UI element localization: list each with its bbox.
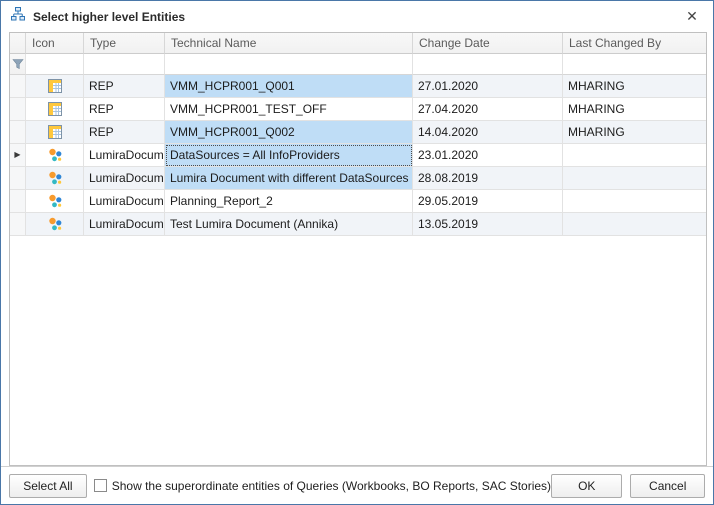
last-changed-by-cell: MHARING <box>563 121 706 144</box>
change-date-cell: 27.04.2020 <box>413 98 563 121</box>
technical-name-cell[interactable]: Lumira Document with different DataSourc… <box>165 167 413 190</box>
lumira-document-icon <box>47 147 63 163</box>
rep-report-icon <box>47 124 63 140</box>
row-indicator <box>10 167 26 190</box>
column-header-indicator <box>10 33 26 54</box>
table-row[interactable]: LumiraDocum... Lumira Document with diff… <box>10 167 706 190</box>
table-row[interactable]: REP VMM_HCPR001_Q001 27.01.2020 MHARING <box>10 75 706 98</box>
last-changed-by-cell <box>563 190 706 213</box>
footer-bar: Select All Show the superordinate entiti… <box>1 466 713 504</box>
type-cell: LumiraDocum... <box>84 213 165 236</box>
type-cell: LumiraDocum... <box>84 144 165 167</box>
filter-input-icon[interactable] <box>26 54 84 75</box>
entity-icon-cell <box>26 144 84 167</box>
close-icon[interactable]: ✕ <box>679 5 705 29</box>
type-cell: LumiraDocum... <box>84 167 165 190</box>
change-date-cell: 23.01.2020 <box>413 144 563 167</box>
last-changed-by-cell <box>563 167 706 190</box>
column-header-type[interactable]: Type <box>84 33 165 54</box>
select-all-button[interactable]: Select All <box>9 474 87 498</box>
row-indicator <box>10 213 26 236</box>
column-header-change-date[interactable]: Change Date <box>413 33 563 54</box>
table-row[interactable]: REP VMM_HCPR001_TEST_OFF 27.04.2020 MHAR… <box>10 98 706 121</box>
change-date-cell: 27.01.2020 <box>413 75 563 98</box>
row-indicator <box>10 75 26 98</box>
row-indicator: ▶ <box>10 144 26 167</box>
type-cell: REP <box>84 75 165 98</box>
column-header-icon[interactable]: Icon <box>26 33 84 54</box>
row-focus-arrow: ▶ <box>14 151 20 159</box>
last-changed-by-cell: MHARING <box>563 75 706 98</box>
lumira-document-icon <box>47 193 63 209</box>
technical-name-cell[interactable]: VMM_HCPR001_Q001 <box>165 75 413 98</box>
column-header-last-changed-by[interactable]: Last Changed By <box>563 33 706 54</box>
entity-icon-cell <box>26 121 84 144</box>
lumira-document-icon <box>47 170 63 186</box>
filter-input-change-date[interactable] <box>413 54 563 75</box>
superordinate-queries-checkbox[interactable] <box>94 479 107 492</box>
entities-grid: Icon Type Technical Name Change Date Las… <box>9 32 707 466</box>
technical-name-cell[interactable]: Test Lumira Document (Annika) <box>165 213 413 236</box>
entity-icon-cell <box>26 75 84 98</box>
technical-name-cell[interactable]: Planning_Report_2 <box>165 190 413 213</box>
select-entities-dialog: Select higher level Entities ✕ Icon Type… <box>0 0 714 505</box>
table-row[interactable]: LumiraDocum... Planning_Report_2 29.05.2… <box>10 190 706 213</box>
last-changed-by-cell: MHARING <box>563 98 706 121</box>
type-cell: REP <box>84 121 165 144</box>
filter-input-last-changed-by[interactable] <box>563 54 706 75</box>
filter-funnel-icon <box>10 54 26 75</box>
table-row[interactable]: LumiraDocum... Test Lumira Document (Ann… <box>10 213 706 236</box>
filter-row <box>10 54 706 75</box>
row-indicator <box>10 190 26 213</box>
grid-rows: REP VMM_HCPR001_Q001 27.01.2020 MHARING … <box>10 75 706 236</box>
rep-report-icon <box>47 101 63 117</box>
filter-input-type[interactable] <box>84 54 165 75</box>
entity-icon-cell <box>26 167 84 190</box>
entity-icon-cell <box>26 190 84 213</box>
superordinate-checkbox-label: Show the superordinate entities of Queri… <box>112 479 551 493</box>
titlebar: Select higher level Entities ✕ <box>1 1 713 32</box>
change-date-cell: 29.05.2019 <box>413 190 563 213</box>
last-changed-by-cell <box>563 144 706 167</box>
change-date-cell: 28.08.2019 <box>413 167 563 190</box>
hierarchy-icon <box>10 6 26 27</box>
entity-icon-cell <box>26 213 84 236</box>
row-indicator <box>10 121 26 144</box>
filter-input-technical-name[interactable] <box>165 54 413 75</box>
superordinate-checkbox-group: Show the superordinate entities of Queri… <box>94 479 551 493</box>
table-row[interactable]: ▶ LumiraDocum... DataSources = All InfoP… <box>10 144 706 167</box>
grid-header-row: Icon Type Technical Name Change Date Las… <box>10 33 706 54</box>
row-indicator <box>10 98 26 121</box>
technical-name-cell[interactable]: VMM_HCPR001_TEST_OFF <box>165 98 413 121</box>
last-changed-by-cell <box>563 213 706 236</box>
entity-icon-cell <box>26 98 84 121</box>
column-header-technical-name[interactable]: Technical Name <box>165 33 413 54</box>
lumira-document-icon <box>47 216 63 232</box>
rep-report-icon <box>47 78 63 94</box>
change-date-cell: 14.04.2020 <box>413 121 563 144</box>
cancel-button[interactable]: Cancel <box>630 474 705 498</box>
dialog-title: Select higher level Entities <box>33 10 672 24</box>
type-cell: LumiraDocum... <box>84 190 165 213</box>
change-date-cell: 13.05.2019 <box>413 213 563 236</box>
type-cell: REP <box>84 98 165 121</box>
table-row[interactable]: REP VMM_HCPR001_Q002 14.04.2020 MHARING <box>10 121 706 144</box>
ok-button[interactable]: OK <box>551 474 622 498</box>
technical-name-cell[interactable]: VMM_HCPR001_Q002 <box>165 121 413 144</box>
technical-name-cell[interactable]: DataSources = All InfoProviders <box>165 144 413 167</box>
